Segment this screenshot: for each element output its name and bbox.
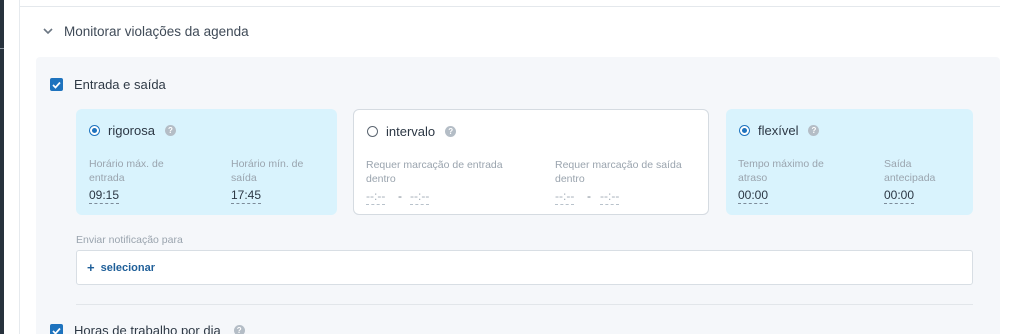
mode-flexible-header[interactable]: flexível ? (739, 123, 820, 138)
help-icon[interactable]: ? (233, 325, 245, 334)
interval-exit-label: Requer marcação de saída dentro (555, 159, 682, 185)
interval-exit-field: Requer marcação de saída dentro (555, 158, 705, 186)
radio-interval[interactable] (367, 126, 378, 137)
radio-flexible[interactable] (739, 125, 750, 136)
check-icon (52, 327, 61, 334)
flexible-max-delay-field: Tempo máximo de atraso (738, 157, 838, 185)
section-title: Monitorar violações da agenda (64, 23, 249, 39)
mode-card-interval[interactable]: intervalo ? Requer marcação de entrada d… (353, 109, 709, 215)
mode-card-flexible[interactable]: flexível ? Tempo máximo de atraso 00:00 … (726, 109, 973, 215)
entry-exit-label: Entrada e saída (74, 77, 166, 92)
interval-entry-field: Requer marcação de entrada dentro (366, 158, 516, 186)
mode-interval-title: intervalo (386, 124, 436, 139)
work-hours-checkbox[interactable] (50, 324, 63, 334)
help-icon[interactable]: ? (445, 126, 457, 137)
mode-interval-header[interactable]: intervalo ? (367, 124, 457, 139)
help-icon[interactable]: ? (164, 125, 176, 136)
strict-max-entry-label: Horário máx. de entrada (89, 158, 164, 184)
strict-min-exit-label: Horário mín. de saída (231, 158, 304, 184)
entry-exit-checkbox[interactable] (50, 78, 63, 91)
panel-divider (76, 304, 973, 305)
work-hours-option[interactable]: Horas de trabalho por dia ? (50, 323, 245, 334)
work-hours-label: Horas de trabalho por dia (74, 323, 221, 334)
help-icon[interactable]: ? (808, 125, 820, 136)
strict-max-entry-value[interactable]: 09:15 (89, 188, 120, 204)
mode-card-strict[interactable]: rigorosa ? Horário máx. de entrada 09:15… (76, 109, 337, 215)
notify-label: Enviar notificação para (76, 234, 183, 246)
range-separator: - (398, 189, 402, 203)
mode-flexible-title: flexível (758, 123, 799, 138)
select-button-label: selecionar (100, 261, 156, 274)
mode-strict-header[interactable]: rigorosa ? (89, 123, 176, 138)
flexible-early-exit-label: Saída antecipada (884, 158, 936, 184)
flexible-max-delay-label: Tempo máximo de atraso (738, 158, 824, 184)
interval-entry-to[interactable]: --:-- (410, 189, 430, 205)
top-divider (20, 6, 1000, 7)
left-gutter (4, 0, 20, 334)
entry-exit-option[interactable]: Entrada e saída (50, 77, 166, 92)
strict-max-entry-field: Horário máx. de entrada (89, 157, 189, 185)
flexible-early-exit-value[interactable]: 00:00 (884, 188, 915, 204)
chevron-down-icon[interactable] (42, 25, 54, 37)
interval-entry-label: Requer marcação de entrada dentro (366, 159, 503, 185)
notify-select[interactable]: + selecionar (76, 250, 973, 285)
interval-exit-from[interactable]: --:-- (555, 189, 575, 205)
plus-icon: + (87, 260, 95, 275)
flexible-max-delay-value[interactable]: 00:00 (738, 188, 769, 204)
strict-min-exit-value[interactable]: 17:45 (231, 188, 262, 204)
strict-min-exit-field: Horário mín. de saída (231, 157, 326, 185)
interval-entry-from[interactable]: --:-- (366, 189, 386, 205)
range-separator: - (587, 189, 591, 203)
interval-exit-to[interactable]: --:-- (600, 189, 620, 205)
flexible-early-exit-field: Saída antecipada (884, 157, 959, 185)
section-header[interactable]: Monitorar violações da agenda (42, 20, 249, 42)
radio-strict[interactable] (89, 125, 100, 136)
check-icon (52, 81, 61, 89)
mode-strict-title: rigorosa (108, 123, 155, 138)
